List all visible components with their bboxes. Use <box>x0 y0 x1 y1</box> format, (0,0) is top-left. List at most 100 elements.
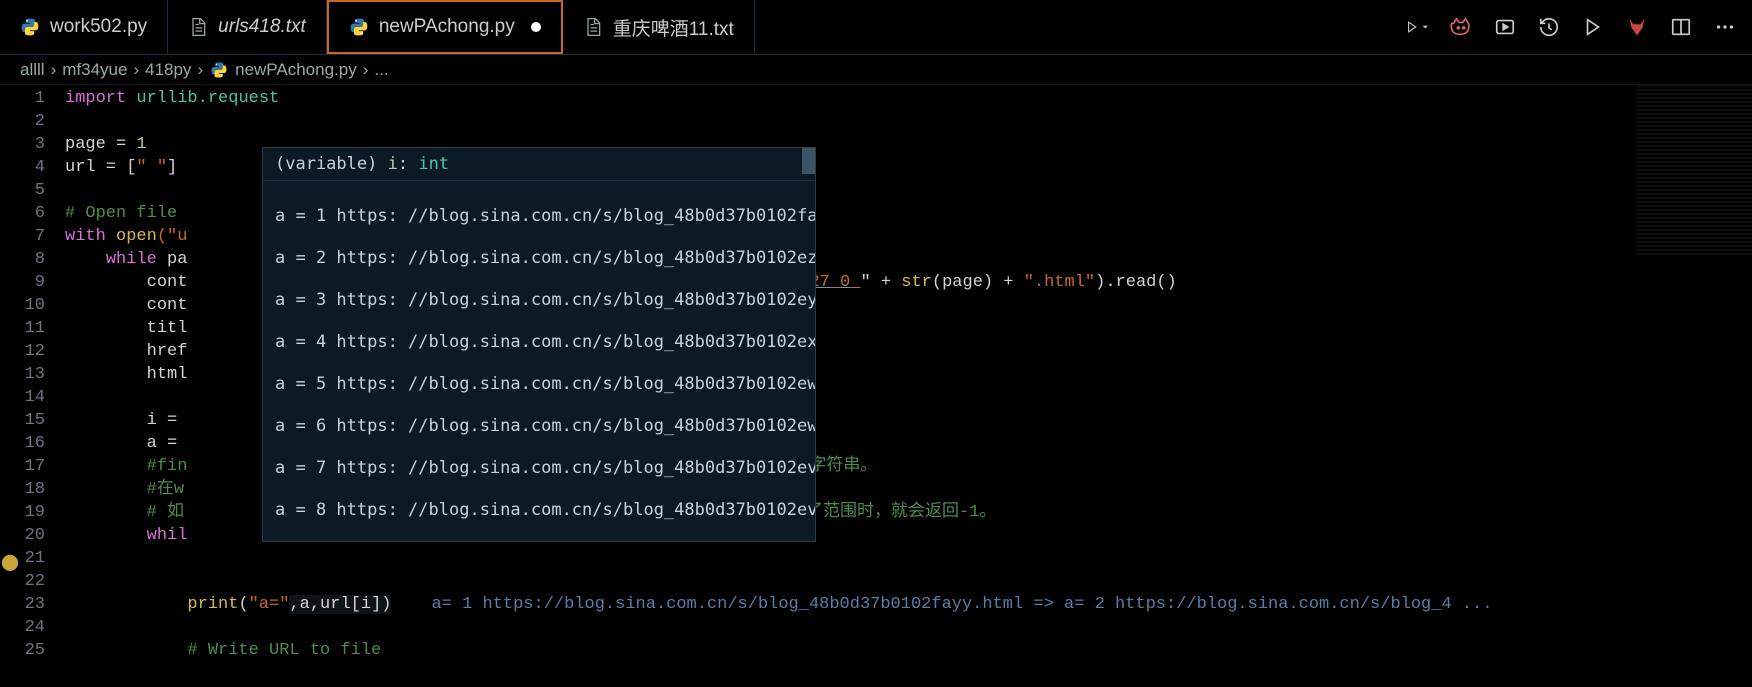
number: 1 <box>136 135 146 154</box>
line-number: 8 <box>0 248 45 271</box>
hover-colon: : <box>398 154 418 174</box>
identifier: html <box>147 365 188 384</box>
chevron-right-icon: › <box>133 60 139 80</box>
editor-toolbar <box>1390 0 1752 54</box>
tab-chongqing[interactable]: 重庆啤酒11.txt <box>563 0 755 54</box>
editor-tabs: work502.py urls418.txt newPAchong.py 重庆啤… <box>0 0 1752 55</box>
module: urllib.request <box>136 89 279 108</box>
identifier: cont <box>147 296 188 315</box>
code-editor[interactable]: ⬤ 1 2 3 4 5 6 7 8 9 10 11 12 13 14 15 16… <box>0 85 1752 687</box>
string: ".html" <box>1024 273 1095 292</box>
identifier: cont <box>147 273 188 292</box>
function: open <box>116 227 157 246</box>
identifier: url <box>65 158 96 177</box>
line-number: 17 <box>0 455 45 478</box>
line-number: 1 <box>0 87 45 110</box>
hover-line: a = 6 https: //blog.sina.com.cn/s/blog_4… <box>275 416 803 437</box>
breadcrumb[interactable]: allll › mf34yue › 418py › newPAchong.py … <box>0 55 1752 85</box>
line-number: 7 <box>0 225 45 248</box>
minimap[interactable] <box>1637 85 1752 255</box>
code-area[interactable]: import urllib.request page = 1 url = [" … <box>65 85 1752 687</box>
modified-indicator-icon <box>531 22 541 32</box>
breadcrumb-part[interactable]: newPAchong.py <box>235 60 357 80</box>
line-number: 15 <box>0 409 45 432</box>
screen-icon[interactable] <box>1493 15 1517 39</box>
tab-urls418[interactable]: urls418.txt <box>168 0 327 54</box>
line-number: 5 <box>0 179 45 202</box>
operator: " + <box>860 273 901 292</box>
identifier: pa <box>157 250 188 269</box>
comment: # 如 <box>147 503 184 522</box>
gutter-badge-icon: ⬤ <box>0 552 20 572</box>
fox-icon[interactable] <box>1625 15 1649 39</box>
popup-scrollbar[interactable] <box>802 148 815 174</box>
tab-label: 重庆啤酒11.txt <box>613 14 734 41</box>
identifier: a = <box>147 434 188 453</box>
line-number: 10 <box>0 294 45 317</box>
hover-line: a = 3 https: //blog.sina.com.cn/s/blog_4… <box>275 290 803 311</box>
more-icon[interactable] <box>1713 15 1737 39</box>
chevron-right-icon: › <box>51 60 57 80</box>
text-file-icon <box>188 17 208 37</box>
python-icon <box>209 60 229 80</box>
line-number: 3 <box>0 133 45 156</box>
tab-label: urls418.txt <box>218 16 306 38</box>
hover-line: a = 8 https: //blog.sina.com.cn/s/blog_4… <box>275 500 803 521</box>
comment: #在w <box>147 480 184 499</box>
identifier: page <box>65 135 106 154</box>
comment: # Open file <box>65 204 187 223</box>
line-number: 16 <box>0 432 45 455</box>
call: ).read() <box>1095 273 1177 292</box>
history-icon[interactable] <box>1537 15 1561 39</box>
comment: # Write URL to file <box>187 641 381 660</box>
line-number: 12 <box>0 340 45 363</box>
string: " " <box>136 158 167 177</box>
punct: = [ <box>96 158 137 177</box>
hover-line: a = 1 https: //blog.sina.com.cn/s/blog_4… <box>275 206 803 227</box>
punct: ( <box>238 595 248 614</box>
python-icon <box>20 17 40 37</box>
line-number: 9 <box>0 271 45 294</box>
function: str <box>901 273 932 292</box>
cat-icon[interactable] <box>1449 15 1473 39</box>
hover-line: a = 7 https: //blog.sina.com.cn/s/blog_4… <box>275 458 803 479</box>
run-dropdown-icon[interactable] <box>1405 15 1429 39</box>
keyword: with <box>65 227 106 246</box>
split-icon[interactable] <box>1669 15 1693 39</box>
breadcrumb-part[interactable]: mf34yue <box>62 60 127 80</box>
line-number: 6 <box>0 202 45 225</box>
line-number: 19 <box>0 501 45 524</box>
breadcrumb-part[interactable]: ... <box>374 60 388 80</box>
hover-popup[interactable]: (variable) i: int a = 1 https: //blog.si… <box>262 147 816 542</box>
chevron-right-icon: › <box>363 60 369 80</box>
args: (page) + <box>932 273 1024 292</box>
line-number: 13 <box>0 363 45 386</box>
identifier: i = <box>147 411 188 430</box>
string: ("u <box>157 227 188 246</box>
line-number: 14 <box>0 386 45 409</box>
tab-label: work502.py <box>50 16 147 38</box>
hover-kind: (variable) <box>275 154 388 174</box>
line-number: 20 <box>0 524 45 547</box>
punct: ] <box>167 158 177 177</box>
tab-newpachong[interactable]: newPAchong.py <box>327 0 563 54</box>
breadcrumb-part[interactable]: allll <box>20 60 45 80</box>
hover-body[interactable]: a = 1 https: //blog.sina.com.cn/s/blog_4… <box>263 181 815 542</box>
keyword: while <box>106 250 157 269</box>
tab-label: newPAchong.py <box>379 16 515 38</box>
keyword: whil <box>147 526 188 545</box>
line-number: 4 <box>0 156 45 179</box>
play-icon[interactable] <box>1581 15 1605 39</box>
inlay-hint: a= 1 https://blog.sina.com.cn/s/blog_48b… <box>431 595 1492 614</box>
args: ,a,url[i]) <box>289 595 391 614</box>
breadcrumb-part[interactable]: 418py <box>145 60 191 80</box>
hover-line: a = 2 https: //blog.sina.com.cn/s/blog_4… <box>275 248 803 269</box>
line-gutter: 1 2 3 4 5 6 7 8 9 10 11 12 13 14 15 16 1… <box>0 85 65 687</box>
operator: = <box>106 135 137 154</box>
line-number: 24 <box>0 616 45 639</box>
hover-type: int <box>418 154 449 174</box>
tab-work502[interactable]: work502.py <box>0 0 168 54</box>
identifier: href <box>147 342 188 361</box>
line-number: 23 <box>0 593 45 616</box>
line-number: 22 <box>0 570 45 593</box>
